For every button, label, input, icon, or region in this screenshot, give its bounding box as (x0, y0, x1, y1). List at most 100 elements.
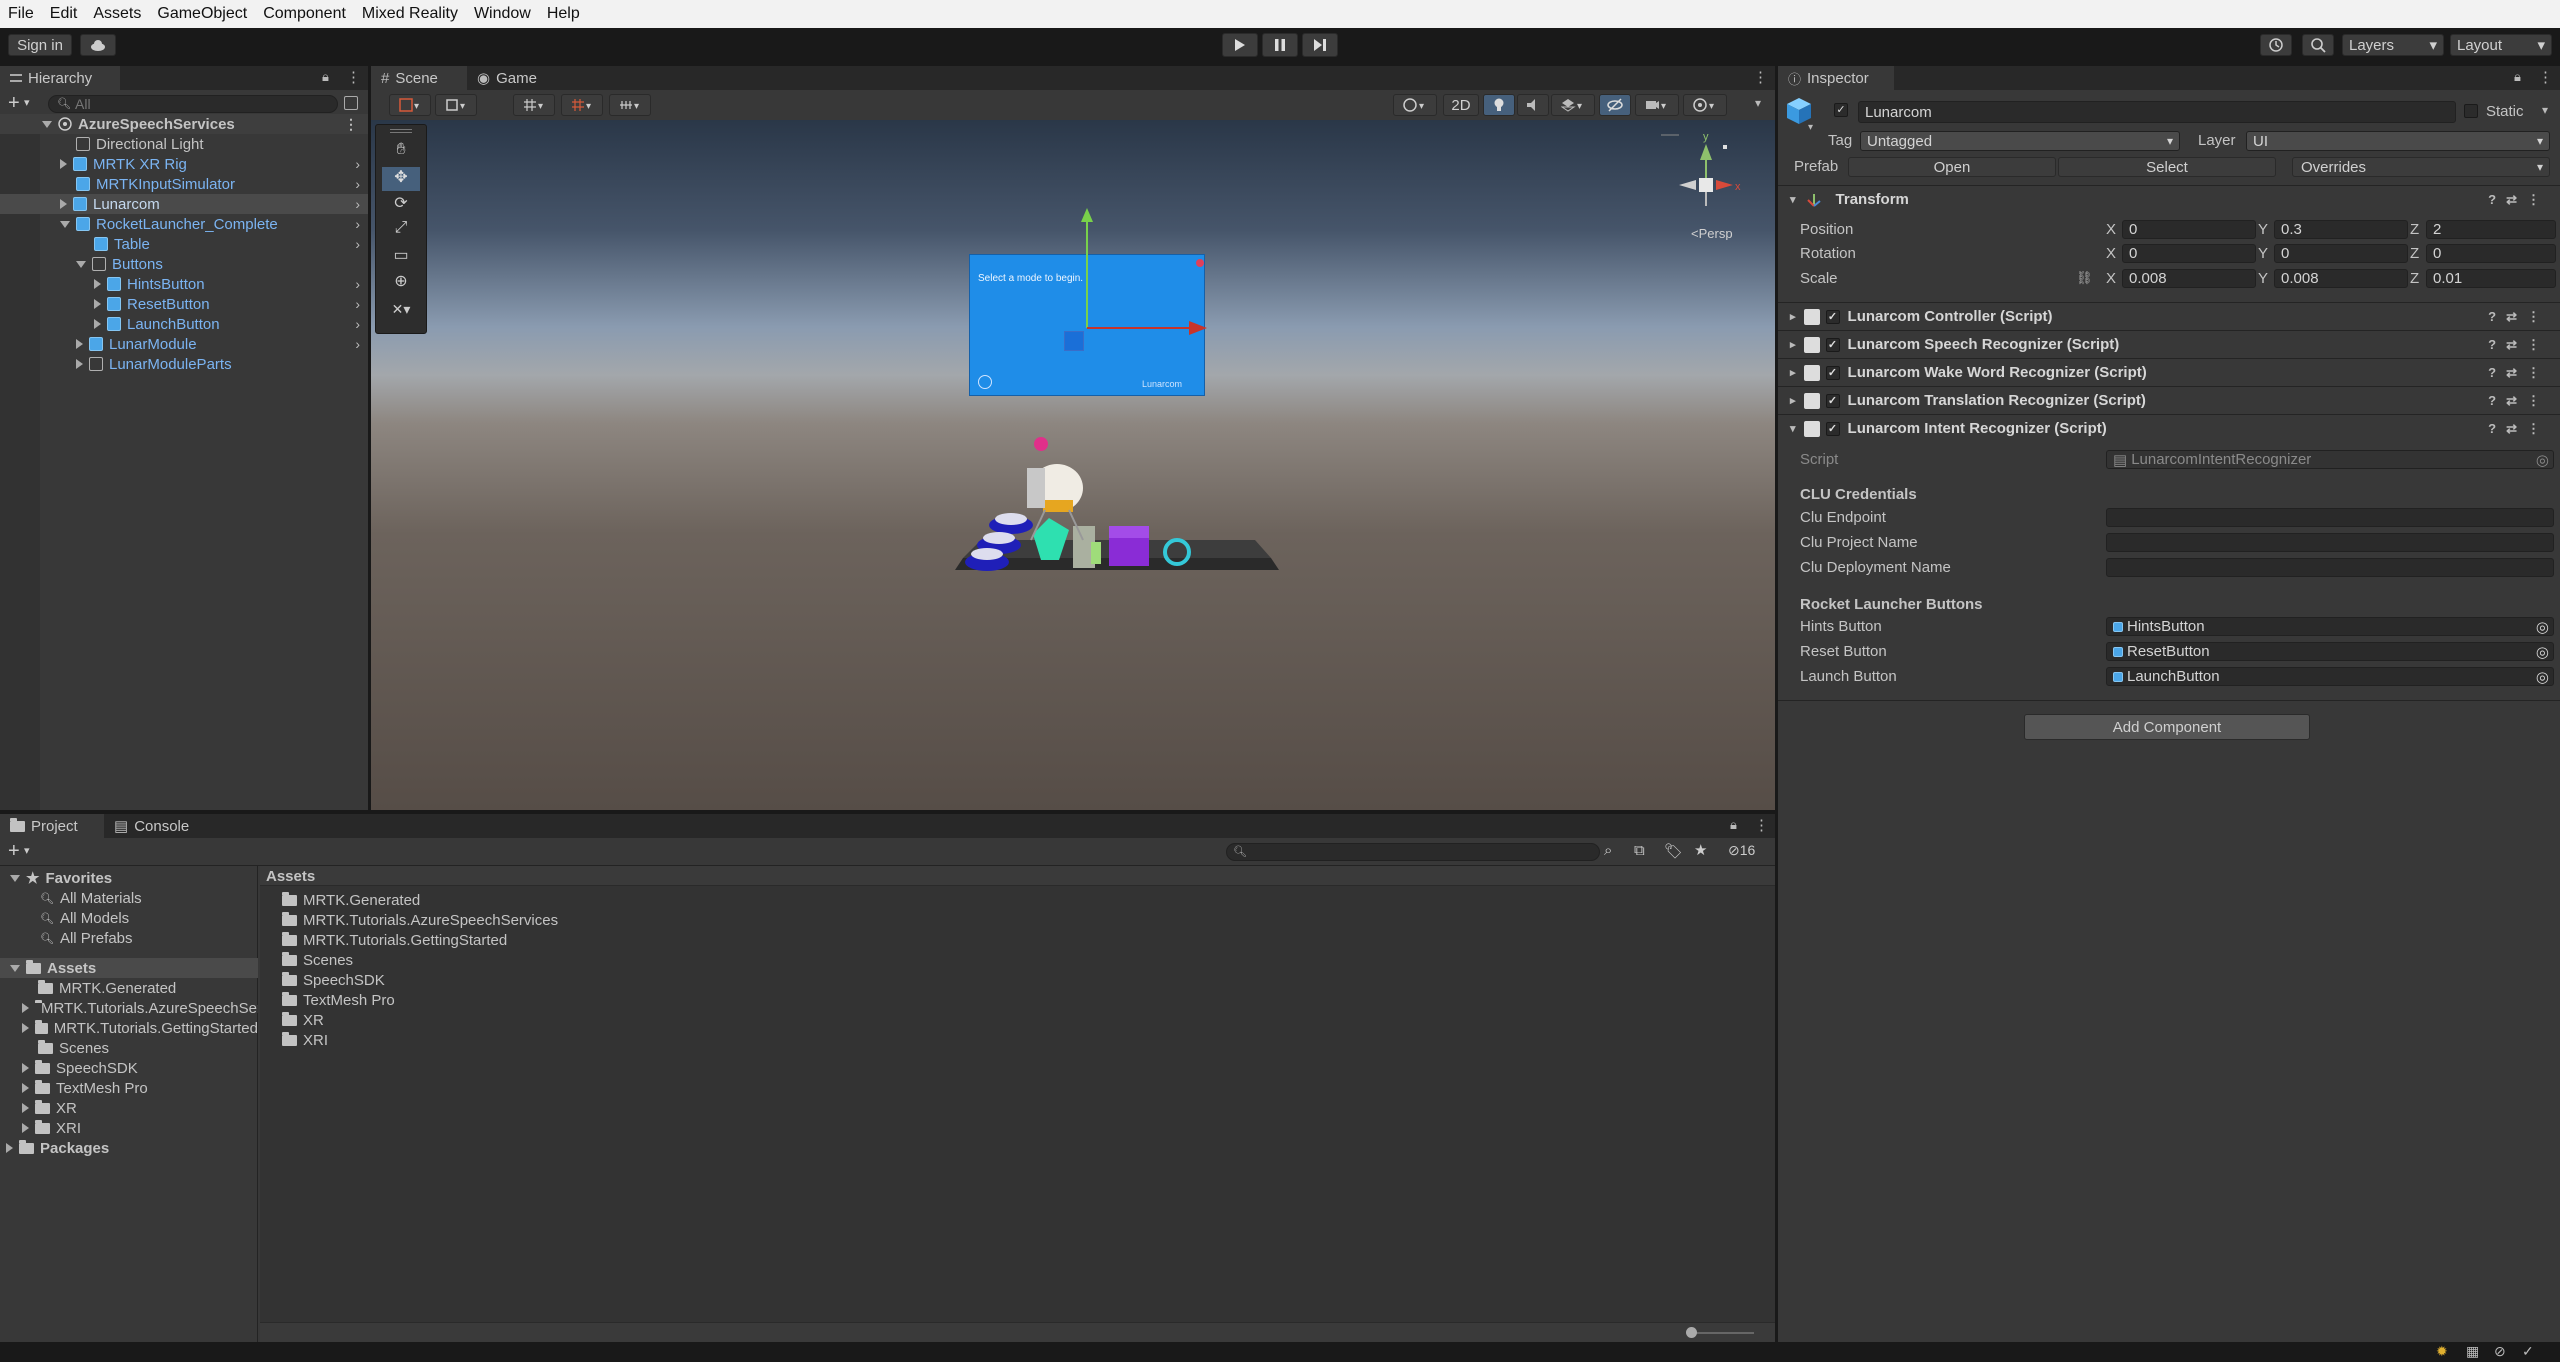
gizmos-dropdown[interactable]: ▾ (1683, 94, 1727, 116)
audio-toggle[interactable] (1517, 94, 1549, 116)
history-button[interactable] (2260, 34, 2292, 56)
rotation-y-field[interactable]: 0 (2274, 244, 2408, 263)
reset-button-field[interactable]: ResetButton ◎ (2106, 642, 2554, 661)
chevron-right-icon[interactable]: ▸ (1790, 366, 1796, 379)
tree-folder-xri[interactable]: XRI (22, 1118, 81, 1138)
chevron-right-icon[interactable]: › (355, 316, 360, 332)
static-checkbox[interactable] (2464, 104, 2478, 118)
expand-arrow-icon[interactable] (22, 1083, 29, 1093)
packages-root[interactable]: Packages (6, 1138, 109, 1158)
chevron-down-icon[interactable]: ▾ (2542, 103, 2548, 117)
object-picker-icon[interactable]: ◎ (2536, 643, 2549, 661)
project-search-input[interactable]: 🔍︎ (1226, 843, 1600, 861)
lighting-toggle[interactable] (1483, 94, 1515, 116)
lighting-progress-icon[interactable]: ✹ (2436, 1343, 2448, 1360)
hierarchy-item-launchbutton[interactable]: LaunchButton › (0, 314, 368, 334)
chevron-right-icon[interactable]: › (355, 296, 360, 312)
favorite-all-materials[interactable]: 🔍︎ All Materials (40, 888, 142, 908)
expand-arrow-icon[interactable] (42, 120, 52, 128)
scale-z-label[interactable]: Z (2410, 270, 2419, 287)
component-actions[interactable]: ?⇄⋮ (2488, 309, 2550, 325)
chevron-down-icon[interactable]: ▾ (1790, 193, 1796, 206)
asset-folder-xr[interactable]: XR (282, 1010, 324, 1030)
rect-tool-icon[interactable]: ▭ (382, 245, 420, 269)
chevron-down-icon[interactable]: ▾ (1755, 96, 1761, 110)
expand-arrow-icon[interactable] (76, 260, 86, 268)
asset-folder-textmesh-pro[interactable]: TextMesh Pro (282, 990, 395, 1010)
component-enabled-checkbox[interactable]: ✓ (1825, 309, 1840, 324)
orientation-gizmo[interactable]: y x <Persp (1661, 130, 1751, 240)
star-icon[interactable]: ★ (1694, 841, 1707, 859)
prefab-overrides-dropdown[interactable]: Overrides ▾ (2292, 157, 2550, 177)
expand-arrow-icon[interactable] (94, 299, 101, 309)
chevron-right-icon[interactable]: › (355, 156, 360, 172)
hierarchy-item-hintsbutton[interactable]: HintsButton › (0, 274, 368, 294)
expand-arrow-icon[interactable] (22, 1023, 29, 1033)
component-lunarcom-wake-word-recognizer[interactable]: ▸ ✓ Lunarcom Wake Word Recognizer (Scrip… (1778, 358, 2560, 386)
chevron-right-icon[interactable]: › (355, 276, 360, 292)
hierarchy-item-resetbutton[interactable]: ResetButton › (0, 294, 368, 314)
expand-arrow-icon[interactable] (76, 359, 83, 369)
component-actions[interactable]: ?⇄⋮ (2488, 192, 2550, 208)
constrain-proportions-icon[interactable]: ⛓︎ (2076, 270, 2093, 286)
transform-component-header[interactable]: ▾ Transform ?⇄⋮ (1778, 185, 2560, 213)
network-icon[interactable]: ▦ (2466, 1343, 2479, 1360)
asset-folder-xri[interactable]: XRI (282, 1030, 328, 1050)
tree-folder-mrtk-tutorials-azurespeechservices[interactable]: MRTK.Tutorials.AzureSpeechServices (22, 998, 258, 1018)
cloud-button[interactable] (80, 34, 116, 56)
tab-inspector[interactable]: ⓘ Inspector (1778, 66, 1894, 90)
filter-type-icon[interactable]: ⧉ (1634, 842, 1645, 859)
persp-label[interactable]: <Persp (1691, 226, 1733, 240)
menu-component[interactable]: Component (263, 5, 346, 23)
tree-folder-mrtk-tutorials-gettingstarted[interactable]: MRTK.Tutorials.GettingStarted (22, 1018, 258, 1038)
chevron-right-icon[interactable]: › (355, 216, 360, 232)
2d-toggle[interactable]: 2D (1443, 94, 1479, 116)
lock-icon[interactable]: 🔒︎ (322, 69, 329, 85)
clu-deployment-field[interactable] (2106, 558, 2554, 577)
asset-folder-speechsdk[interactable]: SpeechSDK (282, 970, 385, 990)
visibility-toggle[interactable] (1599, 94, 1631, 116)
move-gizmo[interactable] (1061, 200, 1211, 340)
debug-icon[interactable]: ⊘ (2494, 1343, 2506, 1360)
tree-folder-xr[interactable]: XR (22, 1098, 77, 1118)
expand-arrow-icon[interactable] (10, 964, 20, 972)
position-z-label[interactable]: Z (2410, 221, 2419, 238)
menu-gameobject[interactable]: GameObject (157, 5, 247, 23)
chevron-right-icon[interactable]: ▸ (1790, 394, 1796, 407)
component-enabled-checkbox[interactable]: ✓ (1825, 365, 1840, 380)
menu-assets[interactable]: Assets (93, 5, 141, 23)
hierarchy-item-mrtk-xr-rig[interactable]: MRTK XR Rig › (0, 154, 368, 174)
expand-arrow-icon[interactable] (22, 1003, 29, 1013)
rotation-x-field[interactable]: 0 (2122, 244, 2256, 263)
play-button[interactable] (1222, 33, 1258, 57)
expand-arrow-icon[interactable] (10, 874, 20, 882)
draw-mode-dropdown[interactable]: ▾ (389, 94, 431, 116)
hierarchy-item-lunarcom[interactable]: Lunarcom › (0, 194, 368, 214)
search-button[interactable] (2302, 34, 2334, 56)
grid-snap-dropdown[interactable]: ▾ (513, 94, 555, 116)
effects-dropdown[interactable]: ▾ (1551, 94, 1595, 116)
sign-in-button[interactable]: Sign in (8, 34, 72, 56)
hierarchy-item-buttons[interactable]: Buttons (0, 254, 163, 274)
expand-arrow-icon[interactable] (94, 279, 101, 289)
chevron-right-icon[interactable]: › (355, 336, 360, 352)
rotation-z-field[interactable]: 0 (2426, 244, 2556, 263)
menu-help[interactable]: Help (547, 5, 580, 23)
scale-x-label[interactable]: X (2106, 270, 2116, 287)
hints-button-field[interactable]: HintsButton ◎ (2106, 617, 2554, 636)
hierarchy-item-table[interactable]: Table › (0, 234, 368, 254)
tag-dropdown[interactable]: Untagged ▾ (1860, 131, 2180, 151)
scale-y-label[interactable]: Y (2258, 270, 2268, 287)
hierarchy-item-mrtkinputsimulator[interactable]: MRTKInputSimulator › (0, 174, 368, 194)
scale-tool-icon[interactable]: ⤢ (382, 219, 420, 243)
scene-view[interactable]: ✋︎ ✥ ⟳ ⤢ ▭ ⊕ ✕▾ y x <Persp Select a mode… (371, 120, 1775, 810)
hierarchy-item-lunarmoduleparts[interactable]: LunarModuleParts (0, 354, 232, 374)
expand-arrow-icon[interactable] (22, 1103, 29, 1113)
chevron-down-icon[interactable]: ▾ (1808, 122, 1813, 133)
hierarchy-item-azurespeechservices[interactable]: AzureSpeechServices ⋮ (0, 114, 368, 134)
clu-endpoint-field[interactable] (2106, 508, 2554, 527)
layer-dropdown[interactable]: UI ▾ (2246, 131, 2550, 151)
component-lunarcom-intent-recognizer[interactable]: ▾ ✓ Lunarcom Intent Recognizer (Script) … (1778, 414, 2560, 442)
component-enabled-checkbox[interactable]: ✓ (1825, 393, 1840, 408)
menu-window[interactable]: Window (474, 5, 531, 23)
